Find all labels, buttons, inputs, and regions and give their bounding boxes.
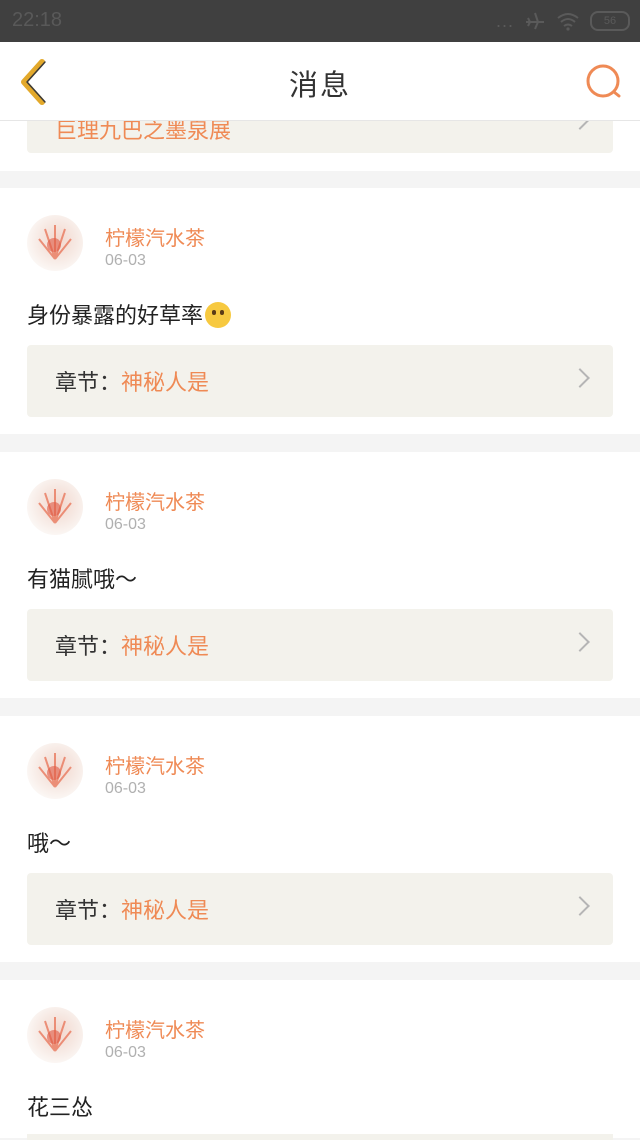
message-date: 06-03 [105, 780, 146, 797]
airplane-icon [526, 12, 544, 30]
chevron-right-icon [570, 632, 590, 652]
chapter-link[interactable]: 章节：神秘人是 [27, 345, 613, 417]
sweat-smile-emoji-icon [205, 302, 232, 328]
message-content: 哦～ [27, 832, 72, 857]
message-date: 06-03 [105, 252, 146, 269]
chapter-link[interactable]: 巨理九巴之墨泉展 [27, 121, 613, 153]
username[interactable]: 柠檬汽水茶 [105, 486, 205, 515]
username[interactable]: 柠檬汽水茶 [105, 750, 205, 779]
username[interactable]: 柠檬汽水茶 [105, 1014, 205, 1043]
chapter-name: 巨理九巴之墨泉展 [55, 121, 232, 144]
search-button[interactable] [584, 62, 624, 102]
message-date: 06-03 [105, 1044, 146, 1061]
avatar[interactable] [27, 743, 83, 799]
chapter-prefix: 章节： [55, 899, 122, 924]
chapter-prefix: 章节： [55, 635, 122, 660]
avatar[interactable] [27, 479, 83, 535]
chapter-name: 神秘人是 [121, 371, 210, 396]
chevron-right-icon [570, 896, 590, 916]
page-title: 消息 [288, 68, 351, 102]
chapter-prefix: 章节： [55, 371, 122, 396]
status-time: 22:18 [12, 9, 63, 31]
message-card[interactable]: 柠檬汽水茶 06-03 花三怂 [0, 980, 640, 1140]
message-date: 06-03 [105, 516, 146, 533]
battery-indicator: 56 [590, 11, 630, 31]
chapter-link[interactable]: 章节：神秘人是 [27, 609, 613, 681]
chapter-label: 章节：神秘人是 [55, 365, 209, 397]
message-content: 花三怂 [27, 1096, 94, 1121]
chapter-link[interactable] [27, 1134, 613, 1140]
avatar-image [38, 753, 72, 788]
message-content: 身份暴露的好草率 [27, 298, 232, 330]
chapter-name: 神秘人是 [121, 635, 210, 660]
avatar-image [38, 225, 72, 260]
chevron-right-icon [570, 121, 590, 130]
chapter-label: 章节：神秘人是 [55, 893, 209, 925]
message-card[interactable]: 柠檬汽水茶 06-03 身份暴露的好草率 章节：神秘人是 [0, 188, 640, 434]
avatar[interactable] [27, 1007, 83, 1063]
avatar[interactable] [27, 215, 83, 271]
chapter-label: 章节：神秘人是 [55, 629, 209, 661]
navbar: 消息 [0, 42, 640, 121]
chevron-right-icon [570, 368, 590, 388]
message-card[interactable]: 柠檬汽水茶 06-03 有猫腻哦～ 章节：神秘人是 [0, 452, 640, 698]
signal-dots: ... [495, 10, 514, 31]
wifi-icon [557, 13, 579, 31]
avatar-image [38, 489, 72, 524]
message-text: 身份暴露的好草率 [27, 304, 204, 329]
chapter-link[interactable]: 章节：神秘人是 [27, 873, 613, 945]
partial-message-card[interactable]: 巨理九巴之墨泉展 [0, 121, 640, 171]
message-card[interactable]: 柠檬汽水茶 06-03 哦～ 章节：神秘人是 [0, 716, 640, 962]
chapter-name: 神秘人是 [121, 899, 210, 924]
message-content: 有猫腻哦～ [27, 568, 138, 593]
status-bar: 22:18 ... 56 [0, 0, 640, 42]
username[interactable]: 柠檬汽水茶 [105, 222, 205, 251]
search-icon [586, 64, 621, 98]
avatar-image [38, 1017, 72, 1052]
status-indicators: ... 56 [496, 9, 630, 33]
